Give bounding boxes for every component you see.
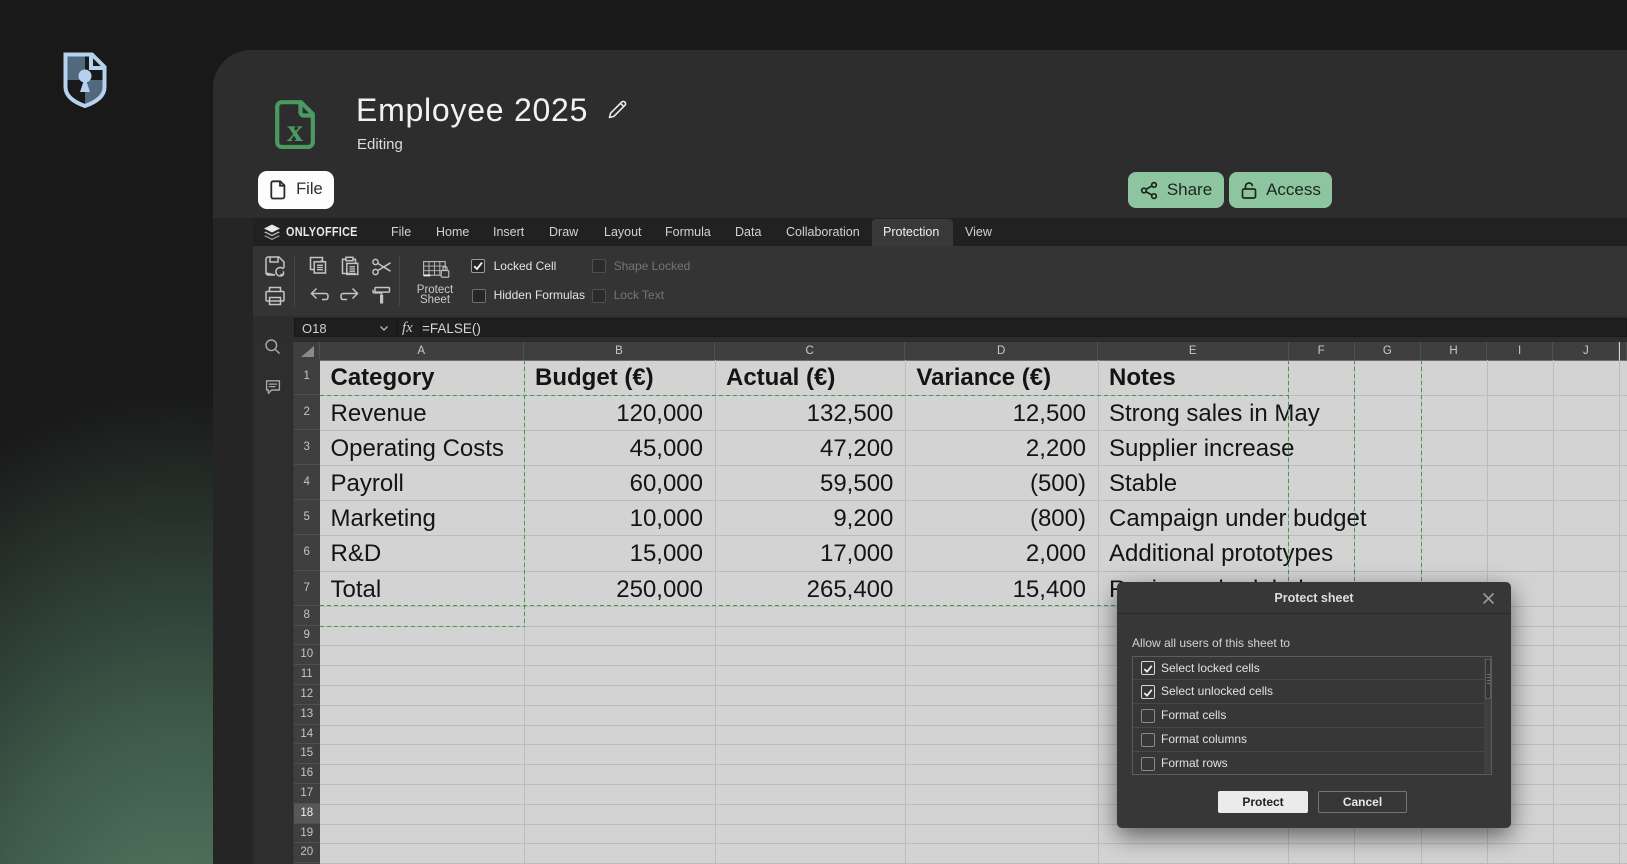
svg-text:x: x: [287, 112, 303, 148]
